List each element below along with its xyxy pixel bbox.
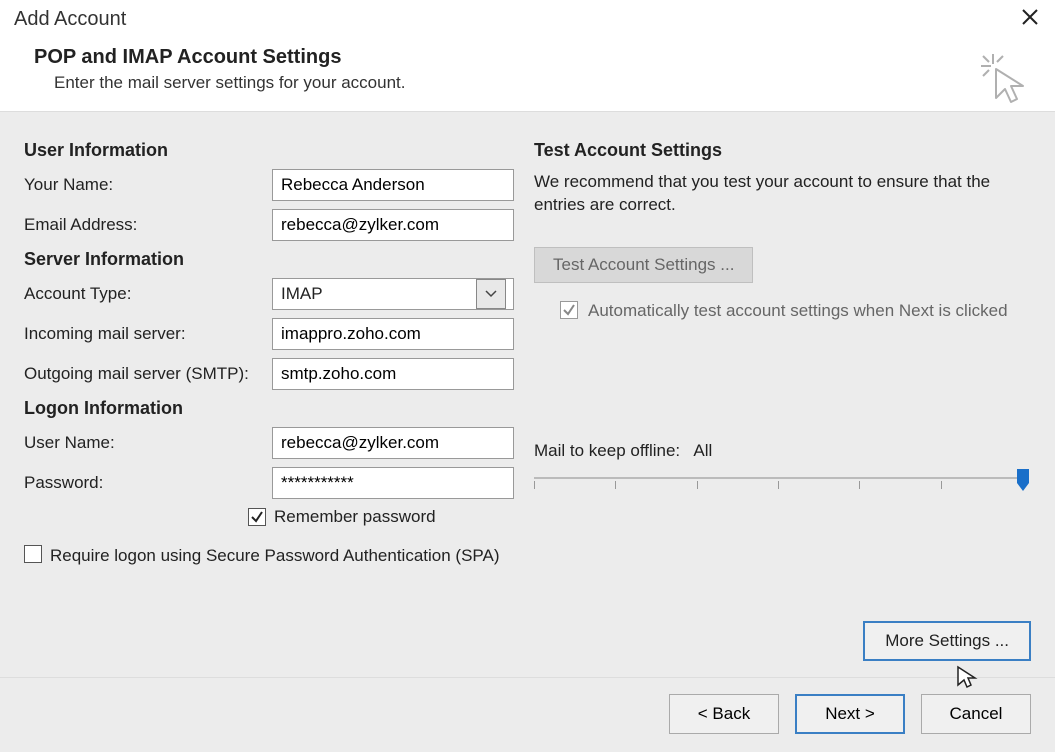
offline-block: Mail to keep offline: All	[534, 441, 1031, 499]
slider-thumb-icon[interactable]	[1015, 469, 1031, 491]
spa-label: Require logon using Secure Password Auth…	[50, 545, 500, 567]
footer-bar: < Back Next > Cancel	[0, 678, 1055, 752]
right-column: Test Account Settings We recommend that …	[534, 136, 1031, 661]
username-input[interactable]	[272, 427, 514, 459]
username-label: User Name:	[24, 433, 272, 453]
account-type-label: Account Type:	[24, 284, 272, 304]
test-account-button[interactable]: Test Account Settings ...	[534, 247, 753, 283]
remember-password-row[interactable]: Remember password	[24, 507, 514, 527]
logon-info-heading: Logon Information	[24, 398, 514, 419]
mouse-cursor-icon	[955, 665, 979, 689]
header-block: POP and IMAP Account Settings Enter the …	[0, 34, 1055, 112]
close-icon[interactable]	[1015, 6, 1045, 32]
offline-slider[interactable]	[534, 471, 1031, 499]
email-label: Email Address:	[24, 215, 272, 235]
back-button[interactable]: < Back	[669, 694, 779, 734]
wizard-cursor-icon	[977, 50, 1033, 106]
test-settings-heading: Test Account Settings	[534, 140, 1031, 161]
more-settings-button[interactable]: More Settings ...	[863, 621, 1031, 661]
email-input[interactable]	[272, 209, 514, 241]
password-label: Password:	[24, 473, 272, 493]
next-button[interactable]: Next >	[795, 694, 905, 734]
auto-test-label: Automatically test account settings when…	[588, 301, 1008, 321]
auto-test-row[interactable]: Automatically test account settings when…	[534, 301, 1031, 321]
remember-password-label: Remember password	[274, 507, 436, 527]
remember-password-checkbox[interactable]	[248, 508, 266, 526]
offline-label-row: Mail to keep offline: All	[534, 441, 1031, 461]
auto-test-checkbox[interactable]	[560, 301, 578, 319]
account-type-value: IMAP	[281, 284, 323, 304]
server-info-heading: Server Information	[24, 249, 514, 270]
chevron-down-icon[interactable]	[476, 279, 506, 309]
outgoing-server-input[interactable]	[272, 358, 514, 390]
your-name-label: Your Name:	[24, 175, 272, 195]
spa-checkbox[interactable]	[24, 545, 42, 563]
user-info-heading: User Information	[24, 140, 514, 161]
incoming-server-label: Incoming mail server:	[24, 324, 272, 344]
your-name-input[interactable]	[272, 169, 514, 201]
window-title: Add Account	[14, 8, 126, 31]
outgoing-server-label: Outgoing mail server (SMTP):	[24, 364, 272, 384]
cancel-button[interactable]: Cancel	[921, 694, 1031, 734]
account-type-select[interactable]: IMAP	[272, 278, 514, 310]
test-settings-text: We recommend that you test your account …	[534, 171, 1031, 217]
incoming-server-input[interactable]	[272, 318, 514, 350]
offline-label: Mail to keep offline:	[534, 441, 680, 460]
main-content: User Information Your Name: Email Addres…	[0, 112, 1055, 678]
left-column: User Information Your Name: Email Addres…	[24, 136, 514, 661]
slider-line	[534, 477, 1023, 479]
slider-ticks	[534, 481, 1023, 489]
password-input[interactable]	[272, 467, 514, 499]
page-title: POP and IMAP Account Settings	[34, 46, 1035, 69]
page-subtitle: Enter the mail server settings for your …	[34, 73, 1035, 93]
offline-value: All	[693, 441, 712, 460]
spa-row[interactable]: Require logon using Secure Password Auth…	[24, 545, 514, 567]
title-bar: Add Account	[0, 0, 1055, 34]
